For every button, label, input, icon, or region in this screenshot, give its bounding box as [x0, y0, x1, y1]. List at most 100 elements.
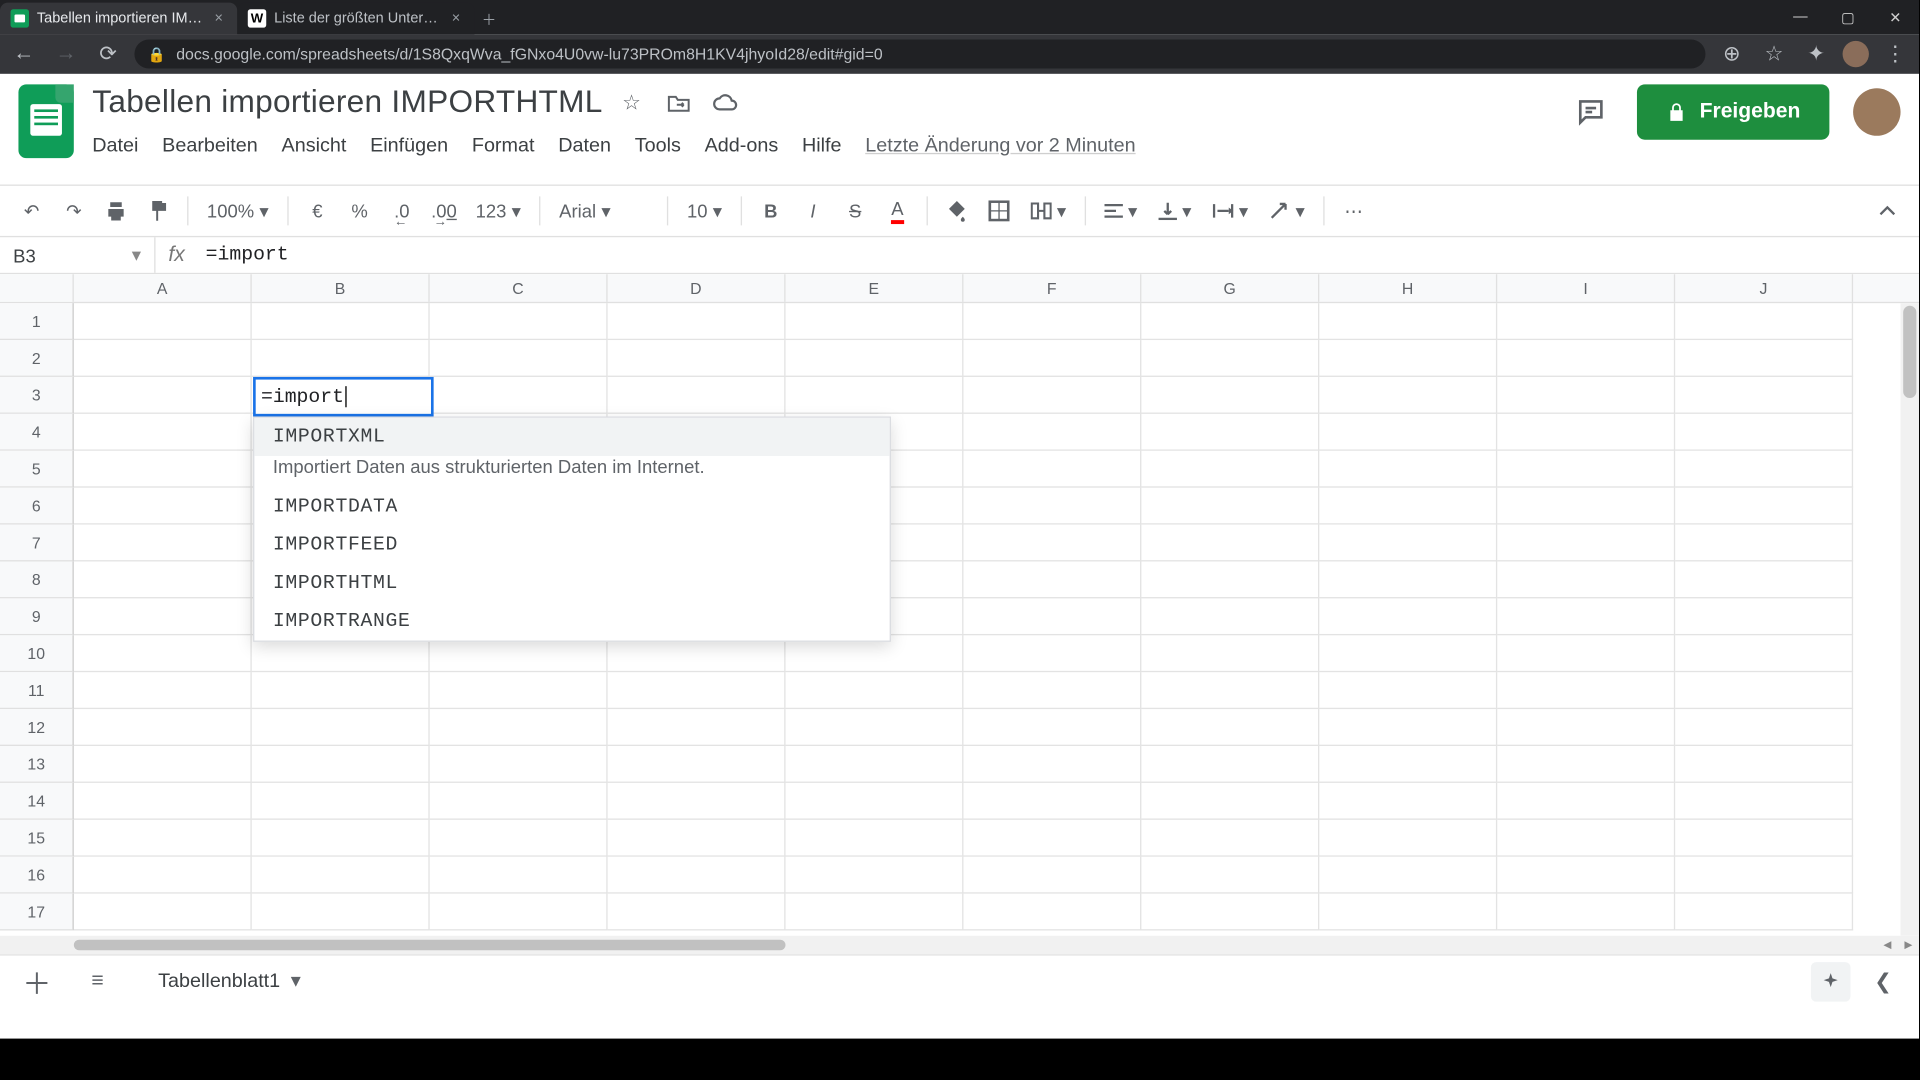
cell[interactable]	[430, 820, 608, 857]
cell[interactable]	[1319, 525, 1497, 562]
cell[interactable]	[252, 303, 430, 340]
close-icon[interactable]: ×	[448, 11, 464, 27]
cell[interactable]	[74, 488, 252, 525]
fontsize-select[interactable]: 10▾	[679, 200, 730, 222]
cell[interactable]	[1675, 377, 1853, 414]
cell[interactable]	[1675, 598, 1853, 635]
decrease-decimal-button[interactable]: .0←	[383, 192, 420, 229]
row-header[interactable]: 5	[0, 451, 74, 488]
cell[interactable]	[1141, 672, 1319, 709]
forward-button[interactable]: →	[50, 38, 82, 70]
cell[interactable]	[1675, 820, 1853, 857]
italic-button[interactable]: I	[795, 192, 832, 229]
cell[interactable]	[430, 894, 608, 931]
cell[interactable]	[74, 894, 252, 931]
cell[interactable]	[1497, 451, 1675, 488]
cell[interactable]	[1497, 303, 1675, 340]
cell[interactable]	[1141, 746, 1319, 783]
autocomplete-item[interactable]: IMPORTDATA	[254, 488, 889, 526]
cell[interactable]	[1141, 303, 1319, 340]
cell[interactable]	[963, 635, 1141, 672]
cell[interactable]	[1675, 857, 1853, 894]
column-header[interactable]: E	[786, 274, 964, 302]
collapse-toolbar-button[interactable]	[1869, 192, 1906, 229]
cell[interactable]	[252, 340, 430, 377]
cell[interactable]	[430, 746, 608, 783]
column-header[interactable]: D	[608, 274, 786, 302]
halign-button[interactable]: ▾	[1096, 200, 1145, 222]
cell[interactable]	[608, 377, 786, 414]
cell[interactable]	[74, 340, 252, 377]
cell[interactable]	[608, 672, 786, 709]
autocomplete-item[interactable]: IMPORTFEED	[254, 526, 889, 564]
cell[interactable]	[74, 303, 252, 340]
cell[interactable]	[1319, 857, 1497, 894]
cell[interactable]	[963, 894, 1141, 931]
add-sheet-button[interactable]: ＋	[18, 963, 55, 1000]
cell[interactable]	[1141, 820, 1319, 857]
cell[interactable]	[1497, 340, 1675, 377]
column-header[interactable]: I	[1497, 274, 1675, 302]
more-toolbar-button[interactable]: ⋯	[1335, 192, 1372, 229]
cell[interactable]	[608, 746, 786, 783]
cell[interactable]	[608, 303, 786, 340]
name-box[interactable]: B3 ▾	[0, 237, 156, 273]
cell[interactable]	[1319, 894, 1497, 931]
spreadsheet-grid[interactable]: A B C D E F G H I J 12345678910111213141…	[0, 274, 1919, 936]
zoom-icon[interactable]: ⊕	[1716, 38, 1748, 70]
horizontal-scrollbar[interactable]: ◄►	[0, 936, 1919, 954]
cell[interactable]	[1319, 414, 1497, 451]
row-header[interactable]: 1	[0, 303, 74, 340]
cell[interactable]	[1675, 783, 1853, 820]
fill-color-button[interactable]	[938, 192, 975, 229]
active-cell-editor[interactable]: =import	[253, 377, 434, 417]
cell[interactable]	[963, 746, 1141, 783]
cell[interactable]	[252, 857, 430, 894]
column-header[interactable]: G	[1141, 274, 1319, 302]
cell[interactable]	[786, 303, 964, 340]
cell[interactable]	[1319, 561, 1497, 598]
scroll-left-icon[interactable]: ◄	[1877, 936, 1898, 954]
side-panel-toggle[interactable]: ❮	[1874, 968, 1900, 994]
row-header[interactable]: 4	[0, 414, 74, 451]
row-header[interactable]: 8	[0, 561, 74, 598]
scroll-right-icon[interactable]: ►	[1898, 936, 1919, 954]
cell[interactable]	[1497, 709, 1675, 746]
cell[interactable]	[74, 561, 252, 598]
cell[interactable]	[1319, 820, 1497, 857]
cell[interactable]	[1675, 488, 1853, 525]
cell[interactable]	[963, 488, 1141, 525]
cell[interactable]	[608, 709, 786, 746]
column-header[interactable]: H	[1319, 274, 1497, 302]
cell[interactable]	[1141, 709, 1319, 746]
sheets-logo-icon[interactable]	[18, 84, 73, 158]
cell[interactable]	[1319, 451, 1497, 488]
close-icon[interactable]: ×	[211, 11, 227, 27]
cell[interactable]	[1141, 894, 1319, 931]
new-tab-button[interactable]: ＋	[474, 5, 503, 34]
zoom-select[interactable]: 100%▾	[199, 200, 277, 222]
cell[interactable]	[74, 598, 252, 635]
cell[interactable]	[963, 672, 1141, 709]
doc-title[interactable]: Tabellen importieren IMPORTHTML	[92, 84, 602, 121]
cell[interactable]	[1319, 340, 1497, 377]
browser-tab-active[interactable]: Tabellen importieren IMPORTHTML ×	[0, 3, 237, 35]
cell[interactable]	[608, 783, 786, 820]
cell[interactable]	[1497, 672, 1675, 709]
cell[interactable]	[1141, 561, 1319, 598]
row-header[interactable]: 7	[0, 525, 74, 562]
undo-button[interactable]: ↶	[13, 192, 50, 229]
bold-button[interactable]: B	[752, 192, 789, 229]
row-header[interactable]: 3	[0, 377, 74, 414]
cell[interactable]	[963, 340, 1141, 377]
row-header[interactable]: 11	[0, 672, 74, 709]
cell[interactable]	[786, 709, 964, 746]
reload-button[interactable]: ⟳	[92, 38, 124, 70]
percent-button[interactable]: %	[341, 192, 378, 229]
autocomplete-item[interactable]: IMPORTHTML	[254, 564, 889, 602]
cell[interactable]	[1141, 451, 1319, 488]
cell[interactable]	[1675, 340, 1853, 377]
cloud-status-icon[interactable]	[713, 90, 739, 116]
cell[interactable]	[1675, 525, 1853, 562]
cell[interactable]	[1497, 635, 1675, 672]
